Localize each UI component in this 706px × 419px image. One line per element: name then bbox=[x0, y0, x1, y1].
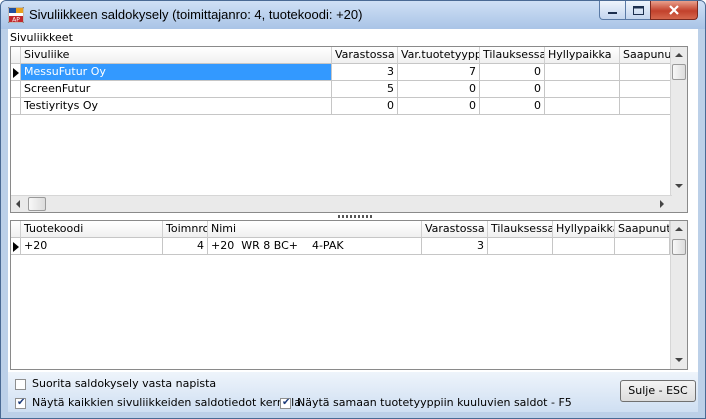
options-footer: Suorita saldokysely vasta napista ✔ Näyt… bbox=[8, 372, 698, 412]
scroll-up-arrow-icon[interactable] bbox=[675, 53, 683, 57]
current-row-arrow-icon bbox=[13, 242, 19, 252]
products-vertical-scroll-thumb[interactable] bbox=[672, 239, 686, 255]
column-header-toimnro[interactable]: Toimnro bbox=[163, 221, 208, 238]
row-indicator bbox=[11, 238, 21, 255]
row-indicator bbox=[11, 81, 21, 98]
branches-vertical-scrollbar[interactable] bbox=[670, 47, 687, 195]
branches-vertical-scroll-thumb[interactable] bbox=[672, 64, 686, 80]
column-header-tuotekoodi[interactable]: Tuotekoodi bbox=[21, 221, 163, 238]
var-tuotetyyppi-cell[interactable]: 0 bbox=[398, 98, 480, 115]
client-area: Sivuliikkeet Sivuliike Varastossa Var.tu… bbox=[8, 29, 698, 412]
hyllypaikka-cell[interactable] bbox=[545, 81, 620, 98]
scroll-left-arrow-icon[interactable] bbox=[16, 200, 20, 208]
column-header-saapunut[interactable]: Saapunut bbox=[615, 221, 670, 238]
saapunut-cell[interactable] bbox=[615, 238, 670, 255]
show-all-branches-checkbox[interactable]: ✔ bbox=[15, 397, 26, 409]
checkmark-icon: ✔ bbox=[282, 397, 291, 408]
scroll-down-arrow-icon[interactable] bbox=[675, 358, 683, 362]
saapunut-cell[interactable] bbox=[620, 81, 672, 98]
row-indicator bbox=[11, 98, 21, 115]
column-header-varastossa[interactable]: Varastossa bbox=[332, 47, 398, 64]
varastossa-cell[interactable]: 3 bbox=[332, 64, 398, 81]
table-row[interactable]: +20 4 +20 WR 8 BC+ 4-PAK 3 bbox=[11, 238, 670, 255]
close-window-button[interactable] bbox=[650, 1, 698, 20]
table-row[interactable]: MessuFutur Oy 3 7 0 bbox=[11, 64, 672, 81]
branch-name-cell[interactable]: ScreenFutur bbox=[21, 81, 332, 98]
maximize-icon bbox=[633, 6, 644, 15]
close-button[interactable]: Sulje - ESC bbox=[620, 380, 696, 402]
saapunut-cell[interactable] bbox=[620, 64, 672, 81]
minimize-button[interactable] bbox=[599, 1, 626, 20]
row-indicator bbox=[11, 64, 21, 81]
show-same-type-checkbox[interactable]: ✔ bbox=[280, 397, 291, 409]
branches-grid[interactable]: Sivuliike Varastossa Var.tuotetyyppi Til… bbox=[10, 46, 688, 213]
column-header-nimi[interactable]: Nimi bbox=[208, 221, 422, 238]
varastossa-cell[interactable]: 3 bbox=[422, 238, 488, 255]
maximize-button[interactable] bbox=[625, 1, 651, 20]
column-header-sivuliike[interactable]: Sivuliike bbox=[21, 47, 332, 64]
branches-section-label: Sivuliikkeet bbox=[10, 31, 73, 44]
tilauksessa-cell[interactable]: 0 bbox=[480, 98, 545, 115]
var-tuotetyyppi-cell[interactable]: 0 bbox=[398, 81, 480, 98]
hyllypaikka-cell[interactable] bbox=[545, 64, 620, 81]
svg-text:AP: AP bbox=[12, 17, 20, 24]
show-same-type-label[interactable]: Näytä samaan tuotetyyppiin kuuluvien sal… bbox=[297, 396, 572, 409]
scroll-right-arrow-icon[interactable] bbox=[660, 200, 664, 208]
column-header-saapunut[interactable]: Saapunut bbox=[620, 47, 672, 64]
current-row-arrow-icon bbox=[13, 68, 19, 78]
hyllypaikka-cell[interactable] bbox=[553, 238, 615, 255]
column-header-tilauksessa[interactable]: Tilauksessa bbox=[480, 47, 545, 64]
products-header-row: Tuotekoodi Toimnro Nimi Varastossa Tilau… bbox=[11, 221, 670, 238]
hyllypaikka-cell[interactable] bbox=[545, 98, 620, 115]
column-header-hyllypaikka[interactable]: Hyllypaikka bbox=[545, 47, 620, 64]
column-header-varastossa[interactable]: Varastossa bbox=[422, 221, 488, 238]
title-bar[interactable]: AP Sivuliikkeen saldokysely (toimittajan… bbox=[1, 1, 705, 29]
window: AP Sivuliikkeen saldokysely (toimittajan… bbox=[0, 0, 706, 419]
products-grid[interactable]: Tuotekoodi Toimnro Nimi Varastossa Tilau… bbox=[10, 220, 688, 370]
varastossa-cell[interactable]: 0 bbox=[332, 98, 398, 115]
nimi-cell[interactable]: +20 WR 8 BC+ 4-PAK bbox=[208, 238, 422, 255]
column-header-var-tuotetyyppi[interactable]: Var.tuotetyyppi bbox=[398, 47, 480, 64]
branches-horizontal-scrollbar[interactable] bbox=[11, 195, 672, 212]
scroll-up-arrow-icon[interactable] bbox=[675, 227, 683, 231]
app-icon: AP bbox=[8, 7, 24, 23]
tilauksessa-cell[interactable]: 0 bbox=[480, 81, 545, 98]
toimnro-cell[interactable]: 4 bbox=[163, 238, 208, 255]
varastossa-cell[interactable]: 5 bbox=[332, 81, 398, 98]
query-on-button-label[interactable]: Suorita saldokysely vasta napista bbox=[32, 377, 216, 390]
query-on-button-checkbox[interactable] bbox=[15, 379, 26, 390]
products-vertical-scrollbar[interactable] bbox=[670, 221, 687, 369]
branches-horizontal-scroll-thumb[interactable] bbox=[28, 197, 46, 211]
branch-name-cell[interactable]: Testiyritys Oy bbox=[21, 98, 332, 115]
saapunut-cell[interactable] bbox=[620, 98, 672, 115]
minimize-icon bbox=[608, 12, 617, 14]
var-tuotetyyppi-cell[interactable]: 7 bbox=[398, 64, 480, 81]
scroll-down-arrow-icon[interactable] bbox=[675, 184, 683, 188]
branch-name-cell[interactable]: MessuFutur Oy bbox=[21, 64, 332, 81]
grid-splitter-grip[interactable] bbox=[338, 215, 372, 218]
checkmark-icon: ✔ bbox=[17, 397, 26, 408]
tilauksessa-cell[interactable]: 0 bbox=[480, 64, 545, 81]
products-header-indicator bbox=[11, 221, 21, 238]
tilauksessa-cell[interactable] bbox=[488, 238, 553, 255]
show-all-branches-label[interactable]: Näytä kaikkien sivuliikkeiden saldotiedo… bbox=[32, 396, 301, 409]
tuotekoodi-cell[interactable]: +20 bbox=[21, 238, 163, 255]
table-row[interactable]: Testiyritys Oy 0 0 0 bbox=[11, 98, 672, 115]
column-header-tilauksessa[interactable]: Tilauksessa bbox=[488, 221, 553, 238]
branches-header-row: Sivuliike Varastossa Var.tuotetyyppi Til… bbox=[11, 47, 672, 64]
branches-header-indicator bbox=[11, 47, 21, 64]
table-row[interactable]: ScreenFutur 5 0 0 bbox=[11, 81, 672, 98]
close-icon bbox=[669, 5, 679, 15]
window-title: Sivuliikkeen saldokysely (toimittajanro:… bbox=[29, 7, 363, 22]
scrollbar-corner bbox=[672, 195, 687, 212]
column-header-hyllypaikka[interactable]: Hyllypaikka bbox=[553, 221, 615, 238]
